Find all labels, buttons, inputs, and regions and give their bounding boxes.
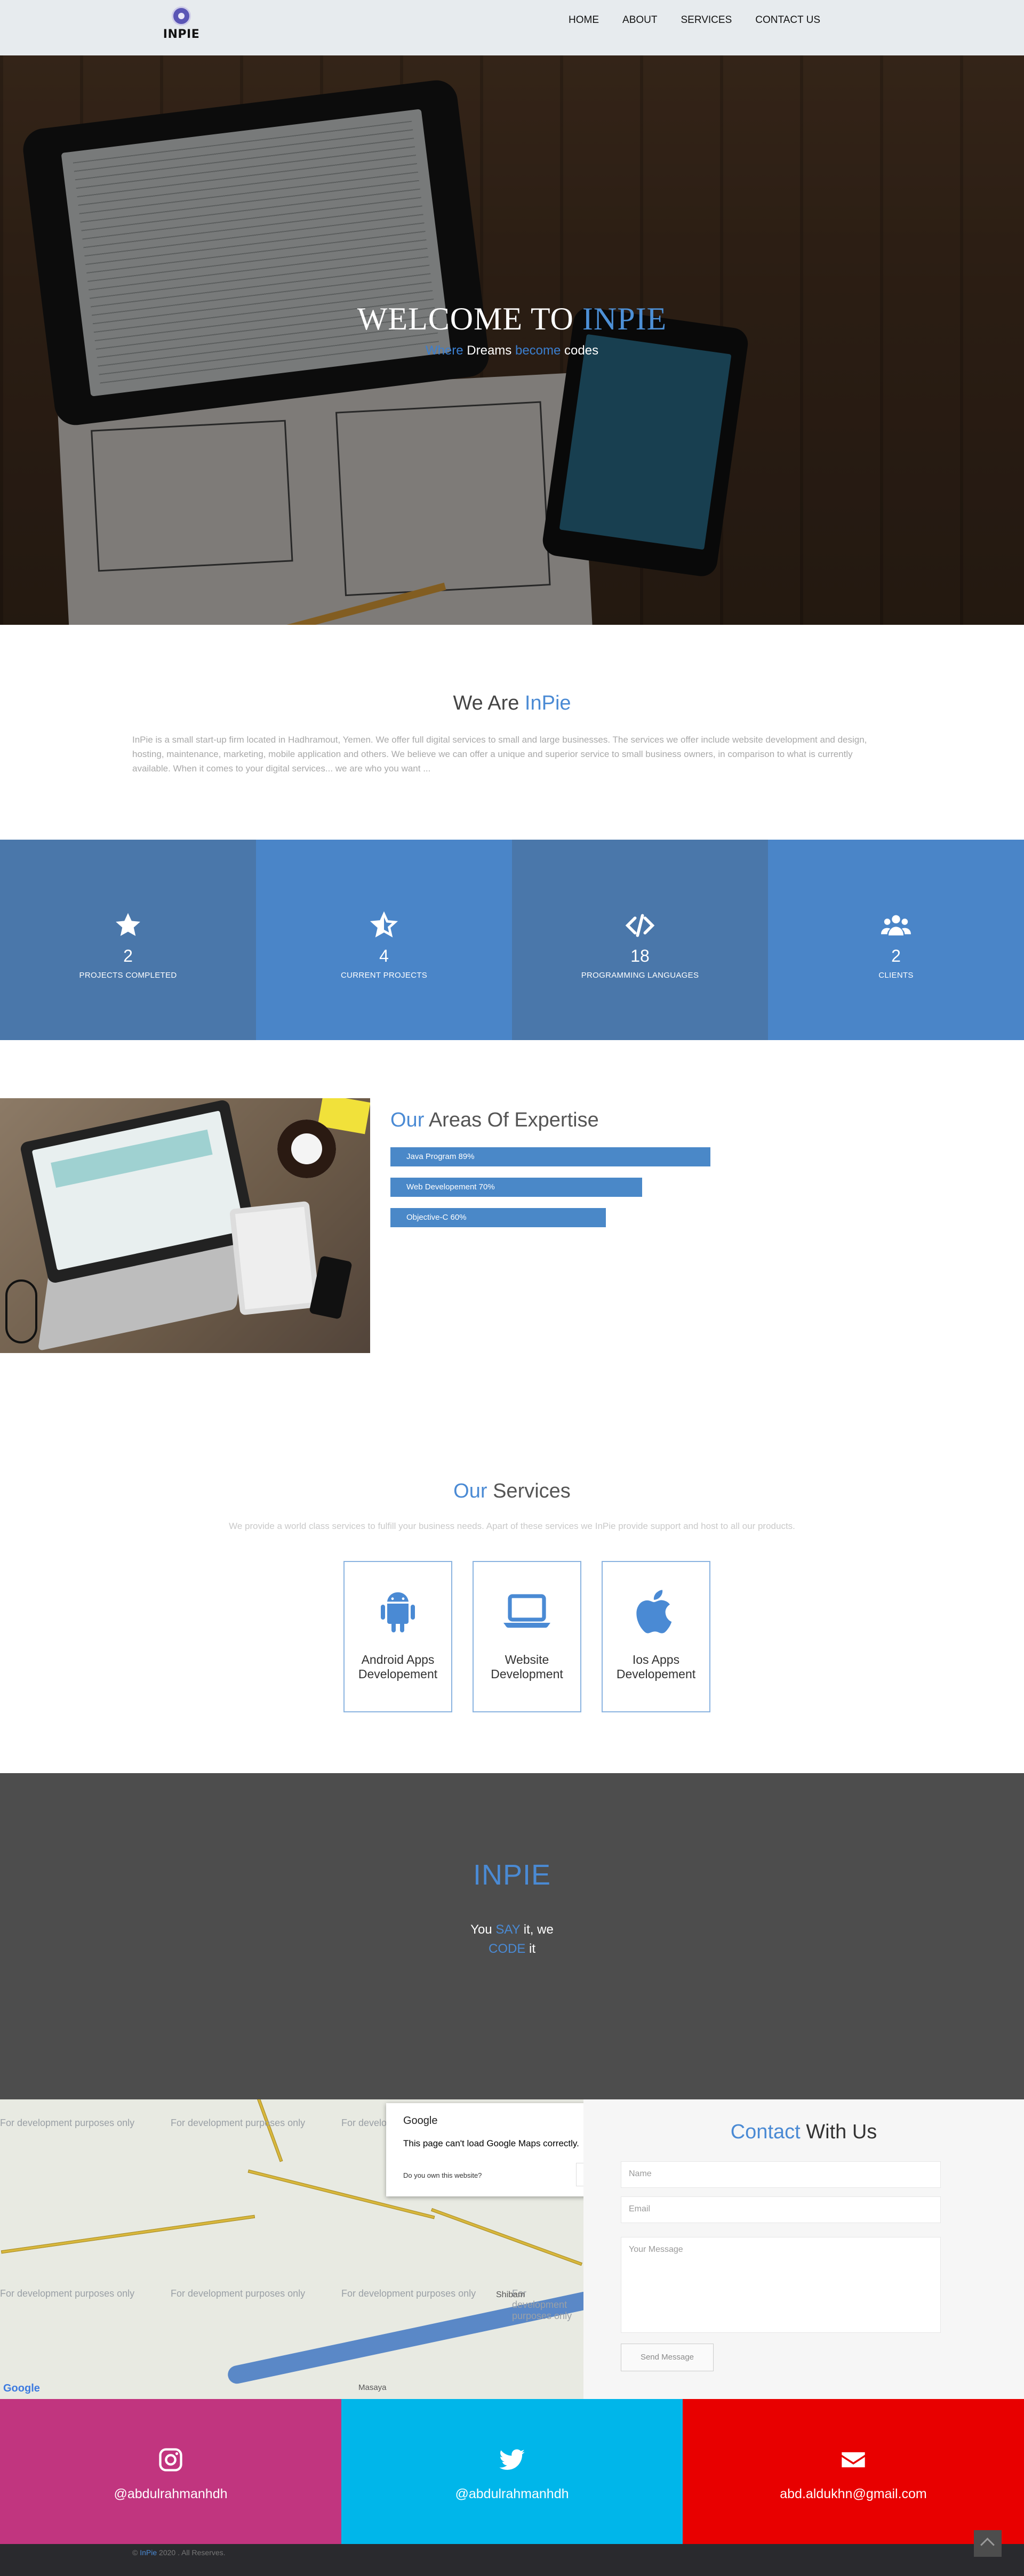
- stat-label: PROJECTS COMPLETED: [79, 971, 177, 980]
- skill-bar-java: Java Program 89%: [390, 1147, 710, 1166]
- instagram-icon: [159, 2448, 182, 2472]
- dialog-message: This page can't load Google Maps correct…: [403, 2138, 579, 2148]
- stat-label: CURRENT PROJECTS: [340, 971, 428, 980]
- social-label: @abdulrahmanhdh: [455, 2486, 569, 2501]
- nav-about-link[interactable]: ABOUT: [611, 14, 669, 27]
- slogan-line-2: CODE it: [488, 1942, 535, 1956]
- map-place-label: Masaya: [358, 2383, 387, 2392]
- nav-contact-link[interactable]: CONTACT US: [743, 14, 832, 27]
- stat-value: 4: [379, 946, 389, 965]
- hero-overlay: [0, 55, 1024, 625]
- map-dev-watermark: For development purposes only: [341, 2288, 476, 2299]
- nav-services-link[interactable]: SERVICES: [669, 14, 744, 27]
- skill-bar-fill: Web Developement 70%: [390, 1178, 642, 1197]
- stat-value: 2: [891, 946, 901, 965]
- contact-section: Contact With Us Name Email Your Message …: [583, 2099, 1024, 2399]
- service-card-label: Website Development: [491, 1653, 563, 1681]
- expertise-image: [0, 1098, 370, 1353]
- stat-label: PROGRAMMING LANGUAGES: [581, 971, 699, 980]
- email-field[interactable]: Email: [621, 2196, 941, 2223]
- google-logo: Google: [3, 2382, 40, 2394]
- logo-mark-icon: [172, 6, 191, 26]
- stat-programming-languages: 18 PROGRAMMING LANGUAGES: [512, 840, 768, 1040]
- skill-bar-fill: Objective-C 60%: [390, 1208, 606, 1227]
- logo-text: INPIE: [163, 28, 200, 41]
- service-card-label: Ios Apps Developement: [616, 1653, 696, 1681]
- twitter-icon: [499, 2449, 525, 2470]
- star-icon: [116, 913, 140, 936]
- top-navbar: INPIE HOME ABOUT SERVICES CONTACT US: [0, 0, 1024, 55]
- social-instagram[interactable]: @abdulrahmanhdh: [0, 2399, 341, 2544]
- services-description: We provide a world class services to ful…: [229, 1521, 795, 1531]
- site-logo[interactable]: INPIE: [160, 6, 203, 41]
- social-label: abd.aldukhn@gmail.com: [780, 2486, 927, 2501]
- footer: © InPie 2020 . All Reserves.: [0, 2544, 1024, 2576]
- slogan-line-1: You SAY it, we: [470, 1922, 554, 1937]
- about-section: We Are InPie InPie is a small start-up f…: [0, 625, 1024, 840]
- slogan-title: INPIE: [473, 1859, 551, 1891]
- half-star-icon: [370, 911, 398, 938]
- nav-home-link[interactable]: HOME: [557, 14, 611, 27]
- social-twitter[interactable]: @abdulrahmanhdh: [341, 2399, 683, 2544]
- service-card-label: Android Apps Developement: [358, 1653, 438, 1681]
- skill-bar-objc: Objective-C 60%: [390, 1208, 710, 1227]
- map-dev-watermark: For development purposes only: [171, 2118, 306, 2128]
- laptop-icon: [503, 1594, 550, 1628]
- expertise-title: Our Areas Of Expertise: [390, 1109, 599, 1131]
- service-card-website[interactable]: Website Development: [473, 1561, 581, 1712]
- skill-bar-web: Web Developement 70%: [390, 1178, 710, 1197]
- name-field[interactable]: Name: [621, 2161, 941, 2188]
- service-card-ios[interactable]: Ios Apps Developement: [602, 1561, 710, 1712]
- hero-section: WELCOME TO INPIE Where Dreams become cod…: [0, 55, 1024, 625]
- stat-label: CLIENTS: [878, 971, 914, 980]
- service-card-android[interactable]: Android Apps Developement: [343, 1561, 452, 1712]
- hero-title: WELCOME TO INPIE: [357, 301, 667, 336]
- map-dev-watermark: For development purposes only: [0, 2118, 135, 2128]
- services-title: Our Services: [453, 1480, 571, 1502]
- map-dev-watermark: For development purposes only: [171, 2288, 306, 2299]
- map-road: [239, 2099, 283, 2162]
- map-road: [431, 2208, 582, 2266]
- stat-value: 18: [630, 946, 650, 965]
- map-dev-watermark: For development purposes only: [0, 2288, 135, 2299]
- map-place-label: Shibam: [496, 2290, 525, 2299]
- code-icon: [625, 914, 655, 937]
- dialog-question: Do you own this website?: [403, 2171, 482, 2179]
- social-label: @abdulrahmanhdh: [114, 2486, 228, 2501]
- stat-value: 2: [123, 946, 133, 965]
- footer-copyright: © InPie 2020 . All Reserves.: [132, 2548, 226, 2557]
- send-message-button[interactable]: Send Message: [621, 2344, 714, 2371]
- stats-section: 2 PROJECTS COMPLETED 4 CURRENT PROJECTS …: [0, 840, 1024, 1040]
- stat-current-projects: 4 CURRENT PROJECTS: [256, 840, 512, 1040]
- contact-title: Contact With Us: [730, 2121, 877, 2143]
- stat-clients: 2 CLIENTS: [768, 840, 1024, 1040]
- about-body: InPie is a small start-up firm located i…: [132, 735, 867, 774]
- stat-projects-completed: 2 PROJECTS COMPLETED: [0, 840, 256, 1040]
- envelope-icon: [842, 2452, 865, 2468]
- scroll-to-top-button[interactable]: [974, 2530, 1002, 2557]
- skill-bar-fill: Java Program 89%: [390, 1147, 710, 1166]
- dialog-brand: Google: [403, 2115, 438, 2127]
- map-road: [1, 2215, 255, 2254]
- main-menu: HOME ABOUT SERVICES CONTACT US: [557, 14, 832, 27]
- message-field[interactable]: Your Message: [621, 2237, 941, 2333]
- users-icon: [881, 915, 911, 936]
- apple-icon: [636, 1590, 672, 1633]
- slogan-band: INPIE You SAY it, we CODE it: [0, 1773, 1024, 2099]
- about-title: We Are InPie: [453, 692, 571, 714]
- hero-subtitle: Where Dreams become codes: [425, 343, 599, 358]
- android-icon: [381, 1592, 415, 1632]
- social-email[interactable]: abd.aldukhn@gmail.com: [683, 2399, 1024, 2544]
